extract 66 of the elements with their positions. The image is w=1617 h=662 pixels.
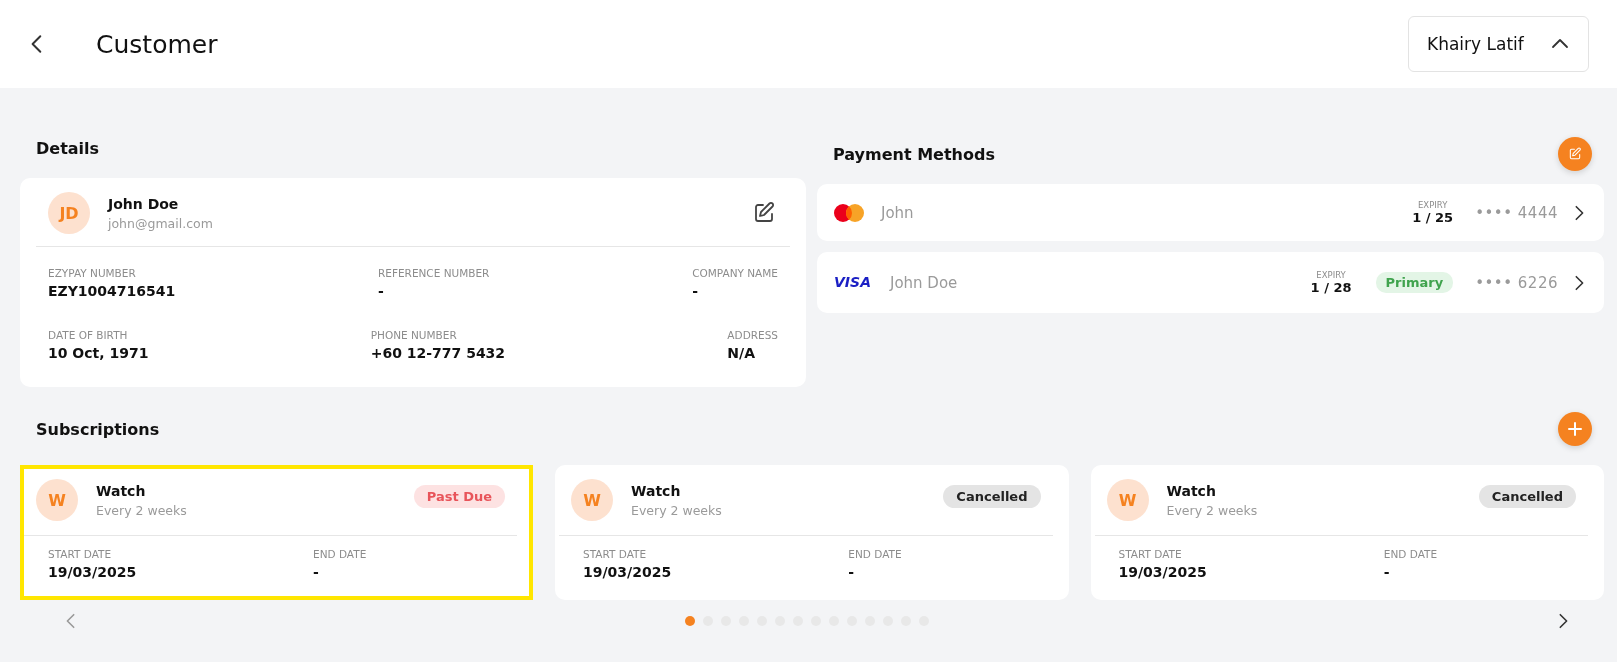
card-number: •••• 4444 xyxy=(1475,203,1558,222)
field-label: END DATE xyxy=(1383,548,1438,560)
field-label: START DATE xyxy=(583,548,647,560)
mastercard-logo-icon xyxy=(833,202,865,223)
field-label: ADDRESS xyxy=(727,329,778,341)
status-badge: Cancelled xyxy=(1478,485,1576,508)
subscription-frequency: Every 2 weeks xyxy=(96,502,188,518)
cardholder-name: John Doe xyxy=(889,273,959,292)
field-value: +60 12-777 5432 xyxy=(370,345,506,361)
field-value: - xyxy=(313,564,319,580)
subscription-frequency: Every 2 weeks xyxy=(1166,502,1259,518)
subscription-name: Watch xyxy=(96,482,147,499)
subscription-card[interactable]: W Watch Every 2 weeks Past Due START DATE 19/03/2025 END DATE - xyxy=(20,465,533,600)
field-value: 19/03/2025 xyxy=(583,564,672,580)
field-value: - xyxy=(692,283,698,299)
field-label: END DATE xyxy=(313,548,367,560)
field-label: DATE OF BIRTH xyxy=(48,329,128,341)
visa-logo: VISA xyxy=(833,273,872,292)
field-value: EZY1004716541 xyxy=(48,283,176,299)
card-number: •••• 6226 xyxy=(1475,273,1558,292)
field-value: - xyxy=(1383,564,1390,580)
status-badge: Cancelled xyxy=(943,485,1041,508)
avatar: JD xyxy=(48,192,90,234)
user-menu-button[interactable]: Khairy Latif xyxy=(1408,16,1589,72)
expiry-date: 1 / 28 xyxy=(1310,280,1352,295)
edit-icon xyxy=(1568,147,1582,161)
cardholder-name: John xyxy=(881,203,915,222)
primary-badge: Primary xyxy=(1375,272,1454,293)
field-label: END DATE xyxy=(848,548,902,560)
status-badge: Past Due xyxy=(413,485,505,508)
field-label: START DATE xyxy=(48,548,112,560)
field-value: 19/03/2025 xyxy=(1118,564,1207,580)
expiry-date: 1 / 25 xyxy=(1412,210,1454,225)
expiry-label: EXPIRY xyxy=(1417,200,1448,210)
page-title: Customer xyxy=(96,29,219,59)
field-value: 10 Oct, 1971 xyxy=(48,345,149,361)
section-heading: Details xyxy=(36,138,100,158)
field-label: EZYPAY NUMBER xyxy=(48,267,136,279)
avatar: W xyxy=(1106,479,1149,521)
expiry-label: EXPIRY xyxy=(1316,270,1346,280)
edit-icon xyxy=(752,201,776,225)
page-dot[interactable] xyxy=(685,616,695,626)
field-label: COMPANY NAME xyxy=(692,267,778,279)
subscription-frequency: Every 2 weeks xyxy=(631,502,723,518)
plus-icon xyxy=(1568,422,1582,436)
field-label: PHONE NUMBER xyxy=(370,329,457,341)
field-label: START DATE xyxy=(1118,548,1182,560)
field-label: REFERENCE NUMBER xyxy=(378,267,490,279)
subscription-name: Watch xyxy=(631,482,682,499)
payment-method-row[interactable]: VISA John Doe EXPIRY 1 / 28 Primary •••• 6226 xyxy=(817,252,1604,313)
field-value: - xyxy=(378,283,384,299)
field-value: - xyxy=(848,564,855,580)
field-value: N/A xyxy=(727,345,756,361)
avatar: W xyxy=(36,479,78,521)
customer-email: john@gmail.com xyxy=(108,215,214,231)
subscription-card[interactable]: W Watch Every 2 weeks Cancelled START DATE 19/03/2025 END DATE - xyxy=(1090,465,1604,600)
add-button[interactable] xyxy=(1558,412,1592,446)
section-heading: Payment Methods xyxy=(833,144,995,164)
payment-method-row[interactable]: John EXPIRY 1 / 25 •••• 4444 xyxy=(817,184,1604,241)
avatar: W xyxy=(571,479,613,521)
field-value: 19/03/2025 xyxy=(48,564,137,580)
subscription-name: Watch xyxy=(1166,482,1217,499)
section-heading: Subscriptions xyxy=(36,419,160,439)
customer-name: John Doe xyxy=(108,195,180,212)
subscription-card[interactable]: W Watch Every 2 weeks Cancelled START DATE 19/03/2025 END DATE - xyxy=(555,465,1069,600)
edit-button[interactable] xyxy=(752,201,776,225)
